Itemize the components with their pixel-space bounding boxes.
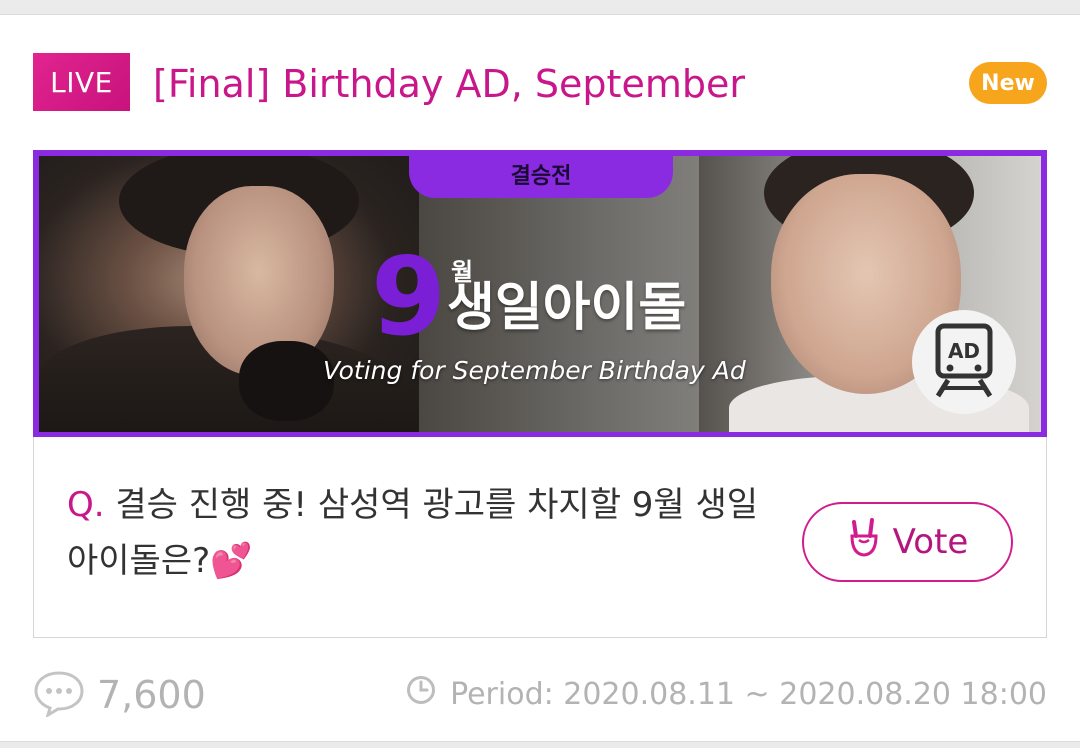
vote-button[interactable]: Vote (802, 502, 1013, 582)
heart-emoji-icon: 💕 (210, 541, 253, 581)
banner-tab: 결승전 (409, 156, 673, 198)
vote-card[interactable]: LIVE [Final] Birthday AD, September New … (0, 14, 1080, 742)
idol-photo-left (39, 156, 419, 432)
question-prefix: Q. (67, 485, 105, 525)
question-text: Q. 결승 진행 중! 삼성역 광고를 차지할 9월 생일아이돌은?💕 (67, 477, 767, 589)
period-text: Period: 2020.08.11 ~ 2020.08.20 18:00 (450, 676, 1047, 712)
clock-icon (406, 675, 436, 713)
vote-period: Period: 2020.08.11 ~ 2020.08.20 18:00 (406, 675, 1047, 713)
banner-heading: 생일아이돌 (447, 278, 687, 338)
comment-count[interactable]: 7,600 (33, 669, 206, 721)
banner-subtitle: Voting for September Birthday Ad (323, 356, 746, 385)
question-box: Q. 결승 진행 중! 삼성역 광고를 차지할 9월 생일아이돌은?💕 Vote (33, 437, 1047, 638)
vote-title[interactable]: [Final] Birthday AD, September (153, 59, 745, 109)
vote-button-label: Vote (892, 522, 969, 562)
banner-tab-label: 결승전 (510, 164, 572, 189)
ad-label: AD (948, 339, 980, 363)
question-body: 결승 진행 중! 삼성역 광고를 차지할 9월 생일아이돌은? (67, 485, 759, 581)
new-label: New (981, 70, 1035, 96)
live-label: LIVE (50, 65, 113, 99)
vote-banner[interactable]: 결승전 9 월 생일아이돌 Voting for September Birth… (33, 150, 1047, 438)
live-badge: LIVE (33, 53, 130, 111)
new-badge: New (969, 62, 1047, 104)
rock-hand-icon (847, 517, 881, 567)
comment-count-value: 7,600 (97, 673, 206, 717)
banner-big-number: 9 (371, 235, 447, 360)
speech-bubble-icon (33, 669, 85, 721)
subway-ad-icon: AD (912, 310, 1016, 414)
